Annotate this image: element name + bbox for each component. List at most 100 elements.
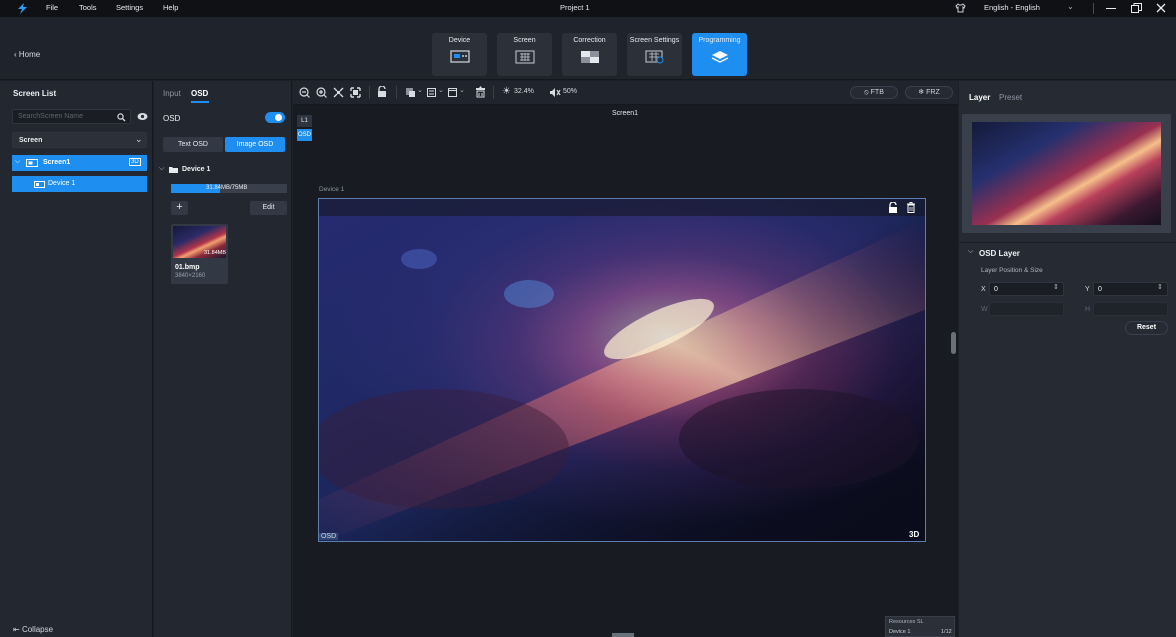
actual-size-icon[interactable] <box>350 87 361 98</box>
tab-screen-settings[interactable]: Screen Settings <box>627 33 682 76</box>
divider <box>396 86 397 99</box>
image-file-card[interactable]: 31.84MB 01.bmp 3840×2160 <box>171 224 228 284</box>
text-osd-button[interactable]: Text OSD <box>163 137 223 152</box>
tab-preset[interactable]: Preset <box>999 93 1022 102</box>
osd-panel: Input OSD OSD Text OSD Image OSD ⌵ Devic… <box>154 81 292 637</box>
trash-icon[interactable] <box>906 202 916 213</box>
panel-title: Screen List <box>13 89 57 98</box>
tab-correction[interactable]: Correction <box>562 33 617 76</box>
tab-programming[interactable]: Programming <box>692 33 747 76</box>
minimize-icon[interactable] <box>1106 8 1116 9</box>
stepper-icon[interactable]: ⇕ <box>1053 283 1059 291</box>
project-title: Project 1 <box>560 3 590 12</box>
chevron-down-icon[interactable]: ⌄ <box>459 86 465 94</box>
tab-label: Screen <box>513 37 536 44</box>
file-name: 01.bmp <box>175 264 200 271</box>
layer-tag-l1[interactable]: L1 <box>297 115 312 127</box>
layer-tag-osd[interactable]: OSD <box>297 129 312 141</box>
ftb-label: FTB <box>870 89 884 96</box>
tab-screen[interactable]: Screen <box>497 33 552 76</box>
horizontal-scrollbar[interactable] <box>612 633 634 637</box>
tab-layer[interactable]: Layer <box>969 93 990 102</box>
add-image-button[interactable]: + <box>171 201 188 215</box>
3d-badge: 3D <box>129 158 141 166</box>
osd-corner-label: OSD <box>319 533 339 540</box>
lock-open-icon[interactable] <box>377 86 387 98</box>
align-icon[interactable] <box>427 88 436 97</box>
layer-properties-panel: Layer Preset ⌵ OSD Layer Layer Position … <box>959 81 1176 637</box>
file-size: 31.84MB <box>204 250 227 256</box>
layer-header-bar <box>319 199 925 216</box>
chevron-down-icon[interactable]: ⌵ <box>15 158 20 166</box>
volume-value[interactable]: 50% <box>563 88 577 95</box>
zoom-in-icon[interactable] <box>316 87 327 98</box>
vertical-scrollbar[interactable] <box>951 332 956 354</box>
layer-order-icon[interactable] <box>406 88 415 97</box>
fit-screen-icon[interactable] <box>333 87 344 98</box>
zoom-out-icon[interactable] <box>299 87 310 98</box>
x-label: X <box>981 286 986 293</box>
brightness-value[interactable]: 32.4% <box>514 88 534 95</box>
reset-button[interactable]: Reset <box>1125 321 1168 335</box>
screen-name: Screen1 <box>43 159 71 166</box>
blackout-icon: ⦸ <box>864 89 869 96</box>
device-icon <box>449 50 470 63</box>
correction-icon <box>580 51 599 63</box>
y-input[interactable]: 0 ⇕ <box>1093 282 1168 296</box>
eye-icon[interactable] <box>137 112 148 121</box>
restore-icon[interactable] <box>1131 3 1142 13</box>
collapse-button[interactable]: ⇤ Collapse <box>13 625 53 634</box>
x-input[interactable]: 0 ⇕ <box>989 282 1064 296</box>
resources-device: Device 1 <box>889 629 911 635</box>
language-select[interactable]: English - English <box>984 3 1040 12</box>
window-icon[interactable] <box>448 88 457 97</box>
osd-toggle[interactable] <box>265 112 285 123</box>
back-home-button[interactable]: ‹ Home <box>14 50 40 59</box>
tab-input[interactable]: Input <box>163 89 181 98</box>
device-tree-item[interactable]: Device 1 <box>12 176 147 192</box>
screen-settings-icon <box>645 50 663 64</box>
tab-device[interactable]: Device <box>432 33 487 76</box>
3d-badge: 3D <box>909 530 920 539</box>
h-label: H <box>1085 306 1091 313</box>
toggle-knob <box>275 114 282 121</box>
search-icon[interactable] <box>117 113 126 122</box>
divider <box>959 242 1176 243</box>
y-value: 0 <box>1098 286 1102 293</box>
menu-help[interactable]: Help <box>163 3 178 12</box>
tab-label: Programming <box>698 37 741 44</box>
file-resolution: 3840×2160 <box>175 273 206 279</box>
shirt-icon[interactable] <box>955 3 966 13</box>
tab-osd[interactable]: OSD <box>191 89 208 98</box>
chevron-down-icon[interactable]: ⌵ <box>968 248 973 256</box>
tab-label: Correction <box>573 37 606 44</box>
search-input[interactable]: SearchScreen Name <box>12 109 131 124</box>
h-input <box>1093 302 1168 316</box>
brightness-icon[interactable]: ☀ <box>502 86 511 97</box>
menu-tools[interactable]: Tools <box>79 3 97 12</box>
folder-icon <box>169 167 178 173</box>
chevron-down-icon[interactable]: ⌄ <box>417 86 423 94</box>
divider <box>1093 3 1094 14</box>
close-icon[interactable] <box>1156 3 1166 13</box>
mute-icon[interactable] <box>549 87 561 98</box>
image-osd-button[interactable]: Image OSD <box>225 137 285 152</box>
screen-tree-item[interactable]: ⌵ Screen1 3D <box>12 155 147 171</box>
frz-button[interactable]: ❄ FRZ <box>905 86 953 99</box>
menu-file[interactable]: File <box>46 3 58 12</box>
home-label: Home <box>18 50 41 59</box>
edit-button[interactable]: Edit <box>250 201 287 215</box>
device-group-label: Device 1 <box>182 166 211 173</box>
chevron-down-icon[interactable]: ⌄ <box>438 86 444 94</box>
chevron-down-icon[interactable]: ⌄ <box>1067 2 1074 11</box>
ftb-button[interactable]: ⦸ FTB <box>850 86 898 99</box>
osd-image-layer[interactable]: OSD 3D <box>318 198 926 542</box>
menu-settings[interactable]: Settings <box>116 3 143 12</box>
clear-layers-icon[interactable] <box>475 86 486 98</box>
screen-filter-select[interactable]: Screen ⌄ <box>12 132 147 148</box>
lock-open-icon[interactable] <box>888 202 898 213</box>
chevron-down-icon[interactable]: ⌵ <box>159 165 164 173</box>
x-value: 0 <box>994 286 998 293</box>
tab-label: Device <box>448 37 471 44</box>
stepper-icon[interactable]: ⇕ <box>1157 283 1163 291</box>
